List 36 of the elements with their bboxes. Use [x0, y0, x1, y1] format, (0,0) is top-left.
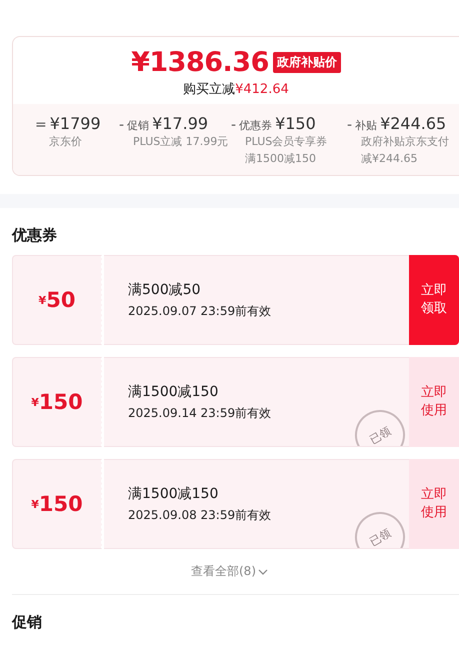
breakdown-note: 政府补贴京东支付: [360, 134, 449, 150]
breakdown-note: PLUS立减 17.99元: [132, 134, 227, 150]
breakdown-label: 补贴: [355, 118, 378, 133]
coupon-condition: 满1500减150: [128, 382, 220, 400]
coupon-validity: 2025.09.08 23:59前有效: [128, 506, 272, 524]
coupon-validity: 2025.09.14 23:59前有效: [128, 404, 272, 422]
coupon-condition: 满500减50: [128, 280, 202, 298]
coupon-action-button[interactable]: 立即使用: [409, 459, 459, 549]
operator: -: [347, 117, 352, 133]
operator: =: [35, 117, 47, 133]
breakdown-amount: ¥244.65: [380, 114, 446, 133]
section-title: 促销: [10, 612, 43, 633]
breakdown-amount: ¥150: [275, 114, 316, 133]
coupon-value: ¥150: [12, 357, 102, 447]
operator: -: [119, 117, 124, 133]
coupon-condition: 满1500减150: [128, 484, 220, 502]
saving-text: 购买立减¥412.64: [183, 81, 289, 98]
breakdown-note: 京东价: [48, 134, 83, 150]
view-all-link[interactable]: 查看全部(8): [0, 549, 459, 594]
final-price: ¥1386.36: [131, 47, 269, 78]
section-title: 优惠券: [10, 225, 58, 246]
coupon-validity: 2025.09.07 23:59前有效: [128, 302, 272, 320]
chevron-down-icon: [258, 568, 268, 574]
breakdown-note: 减¥244.65: [360, 151, 418, 167]
coupon-action-button[interactable]: 立即使用: [409, 357, 459, 447]
coupon-value: ¥50: [12, 255, 102, 345]
breakdown-note: 满1500减150: [244, 151, 317, 167]
breakdown-label: 优惠券: [239, 118, 272, 133]
operator: -: [231, 117, 236, 133]
coupon-value: ¥150: [12, 459, 102, 549]
breakdown-amount: ¥17.99: [152, 114, 208, 133]
breakdown-note: PLUS会员专享券: [244, 134, 328, 150]
breakdown-amount: ¥1799: [50, 114, 101, 133]
breakdown-label: 促销: [127, 118, 150, 133]
price-tag: 政府补贴价: [272, 52, 341, 73]
coupon-action-button[interactable]: 立即领取: [409, 255, 459, 345]
